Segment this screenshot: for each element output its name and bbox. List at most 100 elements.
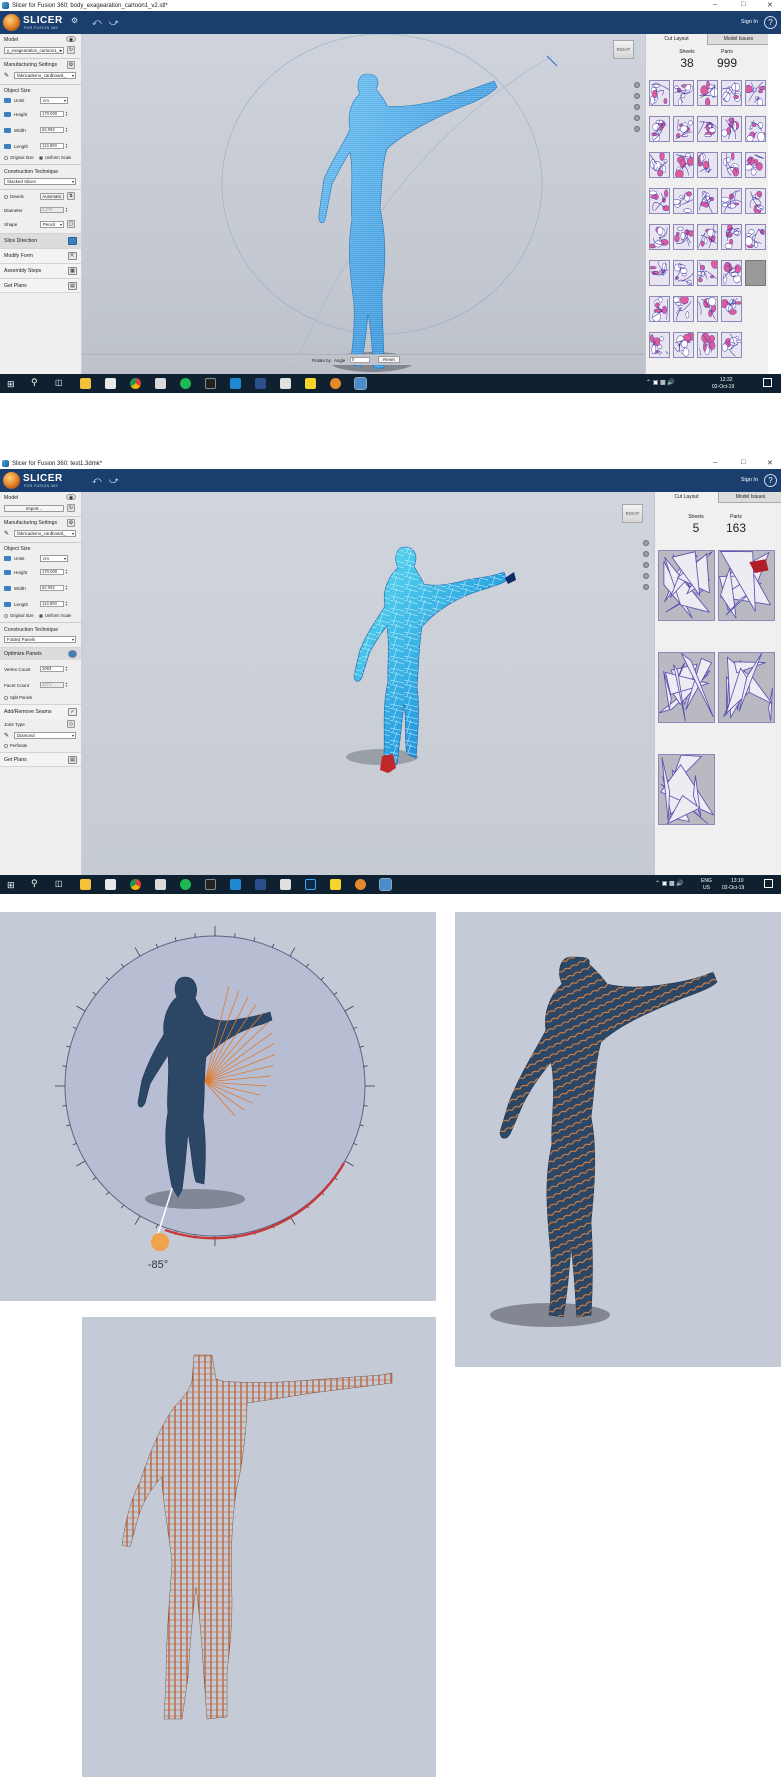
settings-gear-icon[interactable]: ⚙ (67, 519, 75, 527)
sheet-thumbnail[interactable] (649, 296, 670, 322)
sheet-thumbnail[interactable] (697, 260, 718, 286)
perforate-checkbox[interactable] (4, 744, 8, 748)
model-file-field[interactable]: y_exagearation_cartoon1_v (4, 47, 64, 54)
refresh-icon[interactable]: ↻ (67, 46, 75, 54)
home-view-icon[interactable] (643, 584, 649, 590)
tab-model-issues[interactable]: Model Issues (719, 492, 781, 503)
search-icon[interactable]: ⚲ (31, 878, 38, 889)
3d-viewport[interactable]: RIGHT (82, 492, 654, 876)
pan-icon[interactable] (643, 540, 649, 546)
gear-icon[interactable]: ⚙ (71, 16, 78, 25)
refresh-icon[interactable]: ↻ (67, 504, 75, 512)
shape-icon[interactable]: ▢ (67, 220, 75, 228)
dowel-icon[interactable]: ⇅ (67, 192, 75, 200)
tab-model-issues[interactable]: Model Issues (708, 34, 768, 45)
fusion-icon[interactable] (330, 378, 341, 389)
sheet-thumbnail[interactable] (721, 152, 742, 178)
close-button[interactable]: ✕ (767, 1, 773, 9)
clock-date[interactable]: 02-Oct-19 (712, 384, 734, 390)
chrome-icon[interactable] (130, 879, 141, 890)
sheet-thumbnail[interactable] (697, 116, 718, 142)
angle-input[interactable]: 0 (350, 357, 370, 363)
height-stepper[interactable]: ▲ ▼ (65, 111, 69, 118)
tool-get-plans[interactable]: Get Plans ▤ (0, 752, 81, 767)
sticky-notes-icon[interactable] (305, 378, 316, 389)
sheet-thumbnail[interactable] (721, 188, 742, 214)
slicer-taskbar-icon[interactable] (354, 377, 367, 390)
chrome-icon[interactable] (130, 378, 141, 389)
width-input[interactable]: 62.092 (40, 585, 64, 591)
eye-icon[interactable]: ◉ (66, 494, 76, 501)
uniform-scale-radio[interactable] (39, 614, 43, 618)
sheet-thumbnail[interactable] (649, 152, 670, 178)
eye-icon[interactable]: ◉ (66, 36, 76, 43)
diameter-stepper[interactable]: ▲ ▼ (65, 207, 69, 214)
vscode-icon[interactable] (230, 378, 241, 389)
orbit-icon[interactable] (643, 551, 649, 557)
tab-cut-layout[interactable]: Cut Layout (655, 492, 719, 503)
clock-time[interactable]: 13:10 (731, 878, 744, 884)
original-size-radio[interactable] (4, 614, 8, 618)
length-stepper[interactable]: ▲ ▼ (65, 143, 69, 150)
search-icon[interactable]: ⚲ (31, 377, 38, 388)
start-icon[interactable]: ⊞ (7, 880, 15, 891)
height-input[interactable]: 170.000 (40, 111, 64, 117)
manufacturing-dropdown[interactable]: fabricademo_cardboard_ (14, 72, 76, 79)
sign-in-link[interactable]: Sign In (741, 19, 758, 25)
vscode-icon[interactable] (230, 879, 241, 890)
sheet-thumbnail[interactable] (673, 296, 694, 322)
sheet-thumbnail[interactable] (649, 188, 670, 214)
sheet-thumbnail[interactable] (721, 116, 742, 142)
width-stepper[interactable]: ▲ ▼ (65, 127, 69, 134)
uniform-scale-radio[interactable] (39, 156, 43, 160)
sheet-thumbnail[interactable] (721, 80, 742, 106)
sheet-thumbnail[interactable] (673, 116, 694, 142)
fusion-icon[interactable] (355, 879, 366, 890)
tool-optimize-panels[interactable]: Optimize Panels (0, 647, 81, 660)
home-view-icon[interactable] (634, 126, 640, 132)
fit-icon[interactable] (643, 573, 649, 579)
units-dropdown[interactable]: cm (40, 555, 68, 562)
powershell-icon[interactable] (255, 378, 266, 389)
sheet-thumbnail[interactable] (697, 152, 718, 178)
sheet-thumbnail[interactable] (721, 296, 742, 322)
undo-icon[interactable]: ⤺ (92, 17, 102, 28)
notifications-icon[interactable] (763, 378, 772, 387)
sheet-thumbnail[interactable] (697, 80, 718, 106)
sheet-thumbnail[interactable] (658, 754, 715, 825)
redo-icon[interactable]: ⤻ (109, 475, 119, 486)
vertex-count-input[interactable]: 2093 (40, 666, 64, 672)
sheet-thumbnail[interactable] (673, 260, 694, 286)
settings-gear-icon[interactable]: ⚙ (67, 61, 75, 69)
shape-dropdown[interactable]: Pencil (40, 221, 64, 228)
undo-icon[interactable]: ⤺ (92, 475, 102, 486)
width-input[interactable]: 62.092 (40, 127, 64, 133)
sheet-thumbnail[interactable] (718, 550, 775, 621)
spotify-icon[interactable] (180, 879, 191, 890)
sign-in-link[interactable]: Sign In (741, 477, 758, 483)
store-icon[interactable] (105, 879, 116, 890)
length-stepper[interactable]: ▲ ▼ (65, 601, 69, 608)
store-icon[interactable] (105, 378, 116, 389)
sheet-thumbnail[interactable] (658, 550, 715, 621)
tab-cut-layout[interactable]: Cut Layout (646, 34, 708, 45)
sheet-thumbnail[interactable] (649, 224, 670, 250)
angle-handle[interactable] (151, 1233, 169, 1251)
clock-date[interactable]: 02-Oct-19 (722, 885, 744, 891)
sheet-thumbnail[interactable] (745, 116, 766, 142)
sheet-thumbnail[interactable] (649, 332, 670, 358)
length-input[interactable]: 113.600 (40, 143, 64, 149)
sheet-thumbnail[interactable] (697, 332, 718, 358)
units-dropdown[interactable]: cm (40, 97, 68, 104)
tool-assembly-steps[interactable]: Assembly Steps ▦ (0, 263, 81, 278)
height-input[interactable]: 170.000 (40, 569, 64, 575)
pan-icon[interactable] (634, 82, 640, 88)
sheet-thumbnail[interactable] (649, 80, 670, 106)
sheet-thumbnail[interactable] (721, 224, 742, 250)
sheet-thumbnail[interactable] (673, 80, 694, 106)
tool-modify-form[interactable]: Modify Form ⇱ (0, 248, 81, 263)
slicer-taskbar-icon[interactable] (379, 878, 392, 891)
tool-get-plans[interactable]: Get Plans ▤ (0, 278, 81, 293)
orbit-icon[interactable] (634, 93, 640, 99)
sheet-thumbnail[interactable] (718, 652, 775, 723)
